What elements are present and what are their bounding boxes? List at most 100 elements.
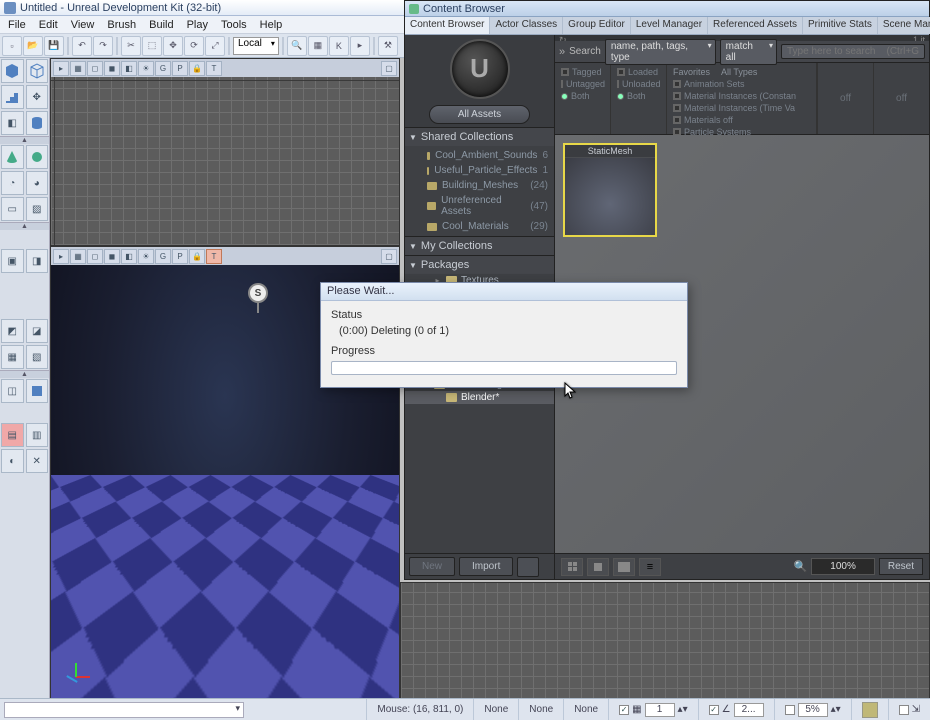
select-icon[interactable]: ⬚	[142, 36, 162, 56]
open-icon[interactable]: 📂	[23, 36, 43, 56]
lit-icon[interactable]: ◼	[104, 249, 120, 264]
hide-icon[interactable]: ▥	[26, 423, 49, 447]
lock-icon[interactable]: 🔒	[189, 249, 205, 264]
viewport-canvas[interactable]	[51, 77, 399, 245]
match-select[interactable]: match all	[720, 39, 777, 65]
packages-header[interactable]: ▼Packages	[405, 256, 554, 274]
light-icon[interactable]: ☀	[138, 61, 154, 76]
realtime-icon[interactable]: ▸	[53, 61, 69, 76]
redo-icon[interactable]: ↷	[93, 36, 113, 56]
rotate-icon[interactable]: ⟳	[184, 36, 204, 56]
zoom-level[interactable]: 100%	[811, 558, 875, 575]
dialog-title[interactable]: Please Wait...	[321, 283, 687, 301]
expand-icon[interactable]: »	[559, 46, 565, 58]
actor-icon[interactable]: ◨	[26, 249, 49, 273]
t-icon[interactable]: T	[206, 249, 222, 264]
menu-brush[interactable]: Brush	[101, 17, 142, 33]
rot-grid-check[interactable]: ✓	[709, 705, 719, 715]
light-icon[interactable]: ☀	[138, 249, 154, 264]
wire-icon[interactable]: ▦	[70, 61, 86, 76]
type-filter[interactable]: Material Instances (Constan	[673, 90, 810, 102]
stepper-icon[interactable]: ▴▾	[678, 704, 688, 715]
grid-size[interactable]: 1	[645, 703, 675, 717]
search-icon[interactable]: 🔍	[287, 36, 307, 56]
translate-icon[interactable]: ✥	[163, 36, 183, 56]
viewport-top[interactable]: ▸ ▦ ◻ ◼ ◧ ☀ G P 🔒 T ▢	[50, 58, 400, 246]
collapse-icon[interactable]: ▲	[0, 222, 49, 230]
content-browser-icon[interactable]: ▦	[308, 36, 328, 56]
push-check[interactable]	[899, 705, 909, 715]
viewport-side[interactable]	[400, 582, 930, 702]
unlit-icon[interactable]: ◻	[87, 61, 103, 76]
thumb-size-list-icon[interactable]: ≡	[639, 558, 661, 576]
thumb-size-med-icon[interactable]	[587, 558, 609, 576]
menu-file[interactable]: File	[2, 17, 32, 33]
content-browser-titlebar[interactable]: Content Browser	[405, 1, 929, 17]
show-selected-icon[interactable]: ▤	[1, 423, 24, 447]
move-icon[interactable]: ✥	[26, 85, 49, 109]
import-button[interactable]: Import	[459, 557, 513, 576]
stairs-icon[interactable]	[1, 85, 24, 109]
cube-wire-icon[interactable]	[26, 59, 49, 83]
filter-option[interactable]: Untagged	[561, 78, 604, 90]
collection-item[interactable]: Cool_Ambient_Sounds6	[405, 148, 554, 163]
type-filter[interactable]: Material Instances (Time Va	[673, 102, 810, 114]
curved-stair-icon[interactable]: ◔	[1, 171, 24, 195]
lit-icon[interactable]: ◼	[104, 61, 120, 76]
sheet-icon[interactable]: ▭	[1, 197, 24, 221]
type-filter[interactable]: Animation Sets	[673, 78, 810, 90]
wire-icon[interactable]: ▦	[70, 249, 86, 264]
g-icon[interactable]: G	[155, 61, 171, 76]
scale-icon[interactable]: ⤢	[205, 36, 225, 56]
sphere-icon[interactable]	[26, 145, 49, 169]
undo-icon[interactable]: ↶	[72, 36, 92, 56]
detail-icon[interactable]: ◧	[121, 61, 137, 76]
filter-off[interactable]: off	[817, 63, 873, 134]
collapse-icon[interactable]: ▲	[0, 370, 49, 378]
lock-icon[interactable]: 🔒	[189, 61, 205, 76]
csg-add-icon[interactable]: ◩	[1, 319, 24, 343]
zoom-icon[interactable]: 🔍	[794, 560, 808, 573]
none-icon[interactable]: ✕	[26, 449, 49, 473]
filter-option[interactable]: Both	[561, 90, 604, 102]
refresh-icon[interactable]	[517, 557, 539, 577]
p-icon[interactable]: P	[172, 249, 188, 264]
menu-help[interactable]: Help	[254, 17, 289, 33]
volume-add-icon[interactable]	[26, 379, 49, 403]
p-icon[interactable]: P	[172, 61, 188, 76]
kismet-icon[interactable]: K	[329, 36, 349, 56]
detail-icon[interactable]: ◧	[121, 249, 137, 264]
my-collections-header[interactable]: ▼My Collections	[405, 237, 554, 255]
menu-edit[interactable]: Edit	[33, 17, 64, 33]
scale-snap[interactable]: 5%	[798, 703, 828, 717]
unlit-icon[interactable]: ◻	[87, 249, 103, 264]
tab-actor-classes[interactable]: Actor Classes	[490, 17, 563, 34]
card-icon[interactable]: ◧	[1, 111, 24, 135]
tab-group-editor[interactable]: Group Editor	[563, 17, 631, 34]
filter-option[interactable]: Both	[617, 90, 660, 102]
menu-view[interactable]: View	[65, 17, 101, 33]
csg-deint-icon[interactable]: ▧	[26, 345, 49, 369]
collapse-icon[interactable]: ▲	[0, 136, 49, 144]
light-actor-icon[interactable]: S	[241, 283, 275, 317]
scale-grid-check[interactable]	[785, 705, 795, 715]
shared-collections-header[interactable]: ▼Shared Collections	[405, 128, 554, 146]
rot-snap[interactable]: 2...	[734, 703, 764, 717]
invert-icon[interactable]: ◐	[1, 449, 24, 473]
drag-grid-check[interactable]: ✓	[619, 705, 629, 715]
menu-tools[interactable]: Tools	[215, 17, 253, 33]
max-icon[interactable]: ▢	[381, 249, 397, 264]
asset-thumbnail[interactable]: StaticMesh	[563, 143, 657, 237]
cube-brush-icon[interactable]	[1, 59, 24, 83]
command-select[interactable]	[4, 702, 244, 718]
special-add-icon[interactable]: ◫	[1, 379, 24, 403]
new-button[interactable]: New	[409, 557, 455, 576]
csg-inter-icon[interactable]: ▦	[1, 345, 24, 369]
t-icon[interactable]: T	[206, 61, 222, 76]
tab-content-browser[interactable]: Content Browser	[405, 17, 490, 34]
filter-option[interactable]: Loaded	[617, 66, 660, 78]
g-icon[interactable]: G	[155, 249, 171, 264]
csg-sub-icon[interactable]: ◪	[26, 319, 49, 343]
filter-option[interactable]: Unloaded	[617, 78, 660, 90]
max-icon[interactable]: ▢	[381, 61, 397, 76]
